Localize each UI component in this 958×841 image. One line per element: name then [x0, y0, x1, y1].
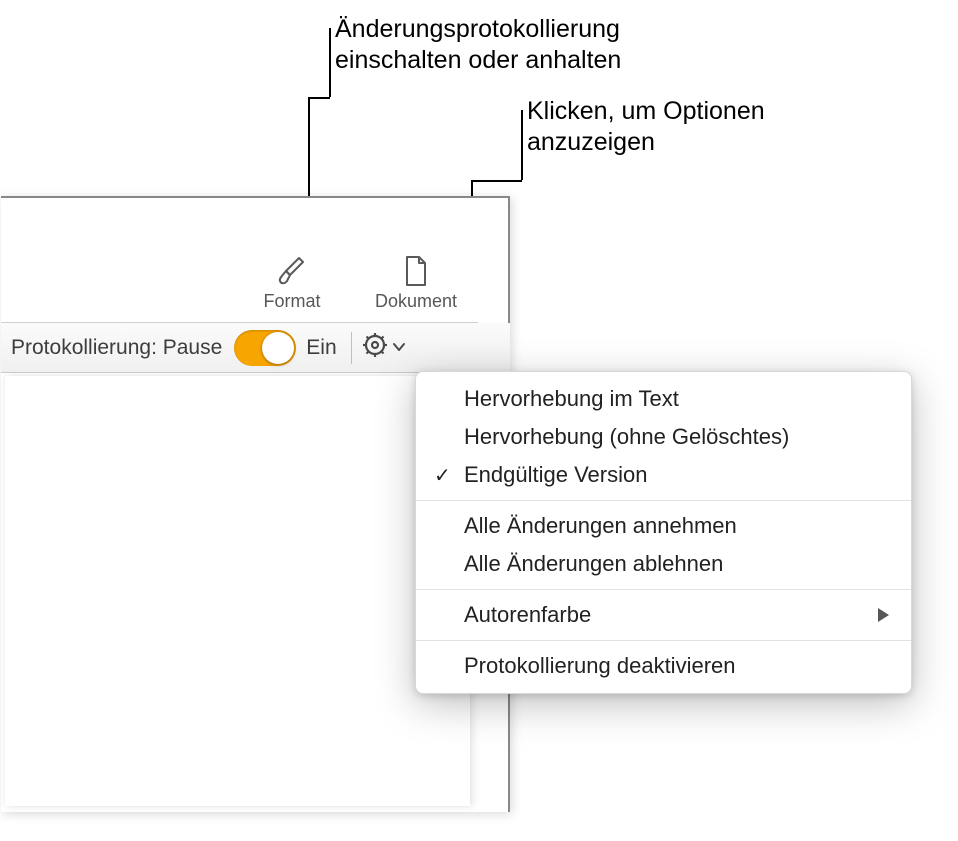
- options-gear-button[interactable]: [358, 330, 410, 365]
- leader-line: [472, 180, 522, 182]
- menu-label: Autorenfarbe: [464, 602, 591, 628]
- menu-item-author-color[interactable]: Autorenfarbe: [416, 596, 911, 634]
- tracking-status-label: Protokollierung: Pause: [11, 336, 222, 360]
- callout-gear-options: Klicken, um Optionenanzuzeigen: [527, 96, 765, 159]
- tracking-toggle[interactable]: [234, 330, 296, 366]
- menu-label: Protokollierung deaktivieren: [464, 653, 736, 679]
- document-page: [5, 376, 470, 806]
- menu-separator: [416, 589, 911, 590]
- leader-line: [329, 28, 331, 97]
- menu-item-accept-all[interactable]: Alle Änderungen annehmen: [416, 507, 911, 545]
- menu-label: Endgültige Version: [464, 462, 647, 488]
- document-button[interactable]: Dokument: [354, 253, 478, 322]
- tracking-on-label: Ein: [306, 336, 336, 360]
- chevron-down-icon: [392, 339, 406, 357]
- paintbrush-icon: [277, 253, 307, 289]
- menu-item-final-version[interactable]: Endgültige Version: [416, 456, 911, 494]
- inspector-toolbar: Format Dokument: [230, 228, 478, 322]
- menu-label: Alle Änderungen ablehnen: [464, 551, 723, 577]
- menu-label: Hervorhebung im Text: [464, 386, 679, 412]
- menu-item-markup-in-text[interactable]: Hervorhebung im Text: [416, 380, 911, 418]
- menu-separator: [416, 640, 911, 641]
- menu-item-markup-without-deleted[interactable]: Hervorhebung (ohne Gelöschtes): [416, 418, 911, 456]
- tracking-options-menu: Hervorhebung im Text Hervorhebung (ohne …: [415, 371, 912, 694]
- callout-toggle-tracking: Änderungsprotokollierungeinschalten oder…: [335, 14, 621, 77]
- menu-item-disable-tracking[interactable]: Protokollierung deaktivieren: [416, 647, 911, 685]
- toggle-knob: [262, 332, 294, 364]
- leader-line: [521, 110, 523, 180]
- gear-icon: [362, 332, 388, 363]
- menu-item-reject-all[interactable]: Alle Änderungen ablehnen: [416, 545, 911, 583]
- menu-label: Alle Änderungen annehmen: [464, 513, 737, 539]
- menu-separator: [416, 500, 911, 501]
- tracking-bar: Protokollierung: Pause Ein: [1, 323, 510, 373]
- callout-text: Änderungsprotokollierungeinschalten oder…: [335, 15, 621, 74]
- document-icon: [403, 253, 429, 289]
- callout-text: Klicken, um Optionenanzuzeigen: [527, 97, 765, 156]
- format-label: Format: [263, 291, 320, 312]
- document-label: Dokument: [375, 291, 457, 312]
- separator: [351, 332, 352, 364]
- format-button[interactable]: Format: [230, 253, 354, 322]
- menu-label: Hervorhebung (ohne Gelöschtes): [464, 424, 789, 450]
- leader-line: [309, 97, 330, 99]
